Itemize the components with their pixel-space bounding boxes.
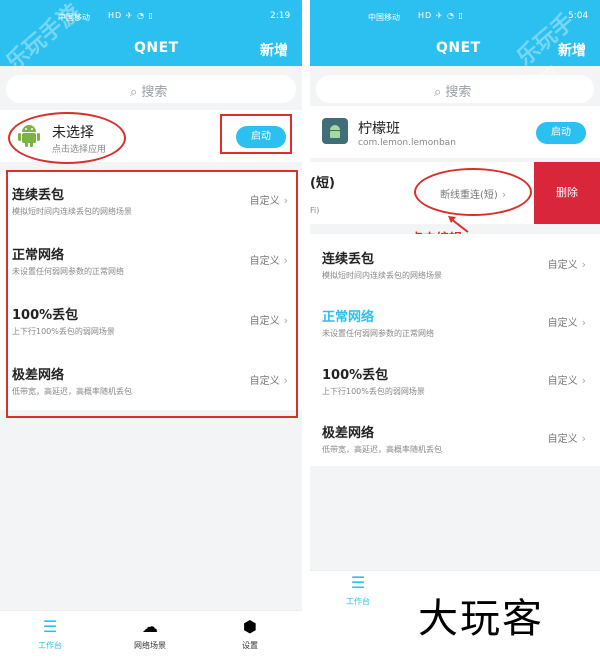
- chevron-right-icon: ›: [581, 316, 586, 329]
- right-phone-screen: 中国移动 HD ✈ ◔ ▯ 5:04 乐玩手游 QNET 新增 ⌕ 搜索 柠檬班…: [310, 0, 600, 610]
- app-title: QNET: [134, 40, 179, 56]
- tab-network-scenes[interactable]: ☁ 网络场景: [120, 617, 180, 651]
- scene-name: 100%丢包: [322, 368, 389, 383]
- status-icons: HD ✈ ◔ ▯: [418, 11, 464, 20]
- chevron-right-icon: ›: [581, 258, 586, 271]
- annotation-ellipse: [414, 168, 532, 216]
- add-button[interactable]: 新增: [558, 40, 586, 60]
- scene-desc: 低带宽，高延迟，高概率随机丢包: [322, 445, 442, 454]
- app-title: QNET: [436, 40, 481, 56]
- tab-settings[interactable]: ⬢ 设置: [220, 617, 280, 651]
- selected-app-card[interactable]: 柠檬班 com.lemon.lemonban 启动: [310, 106, 600, 158]
- scene-edit-link[interactable]: 自定义 ›: [548, 314, 586, 329]
- scene-edit-link[interactable]: 自定义 ›: [548, 430, 586, 445]
- settings-icon: ⬢: [243, 617, 257, 636]
- scene-name: 连续丢包: [322, 252, 375, 267]
- status-time: 2:19: [270, 11, 291, 21]
- tab-bar: ☰ 工作台 ☁ 网络场景 ⬢ 设置: [0, 610, 302, 658]
- scene-list: 连续丢包 模拟短时间内连续丢包的网络场景 自定义 › 正常网络 未设置任何弱网参数…: [310, 234, 600, 466]
- status-icons: HD ✈ ◔ ▯: [108, 11, 154, 20]
- scene-name: 正常网络: [322, 310, 375, 325]
- scene-item[interactable]: 正常网络 未设置任何弱网参数的正常网络 自定义 ›: [310, 292, 600, 350]
- sliders-icon: ☰: [42, 617, 58, 636]
- annotation-ellipse: [8, 112, 126, 164]
- scene-name: (短): [310, 176, 335, 191]
- search-bar[interactable]: ⌕ 搜索: [316, 75, 594, 103]
- tab-workbench[interactable]: ☰ 工作台: [328, 573, 388, 607]
- annotation-box: [220, 114, 292, 154]
- search-placeholder: ⌕ 搜索: [434, 85, 472, 100]
- start-button[interactable]: 启动: [536, 122, 586, 144]
- annotation-box: [6, 170, 298, 418]
- scene-desc: Fi): [310, 206, 320, 215]
- delete-button[interactable]: 删除: [534, 162, 600, 224]
- app-header: 中国移动 HD ✈ ◔ ▯ 5:04 乐玩手游 QNET 新增: [310, 0, 600, 95]
- app-icon: [322, 118, 348, 144]
- cloud-icon: ☁: [142, 617, 158, 636]
- chevron-right-icon: ›: [581, 374, 586, 387]
- search-icon: ⌕: [130, 85, 138, 100]
- add-button[interactable]: 新增: [260, 40, 288, 60]
- search-placeholder: ⌕ 搜索: [130, 85, 168, 100]
- tab-workbench[interactable]: ☰ 工作台: [20, 617, 80, 651]
- scene-item[interactable]: 连续丢包 模拟短时间内连续丢包的网络场景 自定义 ›: [310, 234, 600, 292]
- left-phone-screen: 中国移动 HD ✈ ◔ ▯ 2:19 乐玩手游 QNET 新增 ⌕ 搜索 未选择…: [0, 0, 302, 658]
- brand-watermark: 大玩客: [418, 596, 544, 642]
- app-subtitle: com.lemon.lemonban: [358, 138, 456, 148]
- scene-name: 极差网络: [322, 426, 375, 441]
- app-header: 中国移动 HD ✈ ◔ ▯ 2:19 乐玩手游 QNET 新增: [0, 0, 302, 76]
- search-icon: ⌕: [434, 85, 442, 100]
- carrier-label: 中国移动: [368, 13, 400, 22]
- scene-item[interactable]: 极差网络 低带宽，高延迟，高概率随机丢包 自定义 ›: [310, 408, 600, 466]
- scene-edit-link[interactable]: 自定义 ›: [548, 372, 586, 387]
- scene-desc: 模拟短时间内连续丢包的网络场景: [322, 271, 442, 280]
- scene-desc: 未设置任何弱网参数的正常网络: [322, 329, 434, 338]
- scene-item[interactable]: 100%丢包 上下行100%丢包的弱网场景 自定义 ›: [310, 350, 600, 408]
- scene-desc: 上下行100%丢包的弱网场景: [322, 387, 425, 396]
- app-name: 柠檬班: [358, 121, 400, 137]
- chevron-right-icon: ›: [581, 432, 586, 445]
- search-bar[interactable]: ⌕ 搜索: [6, 75, 296, 103]
- sliders-icon: ☰: [350, 573, 366, 592]
- scene-edit-link[interactable]: 自定义 ›: [548, 256, 586, 271]
